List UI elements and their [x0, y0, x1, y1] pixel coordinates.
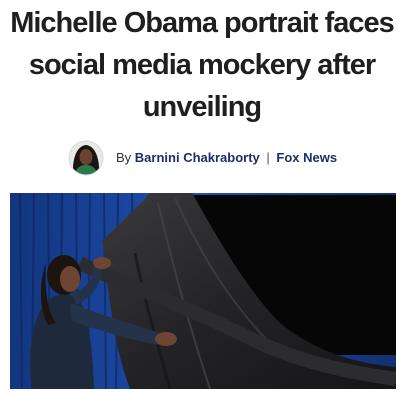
article-headline: Michelle Obama portrait faces social med… — [10, 7, 395, 123]
author-link[interactable]: Barnini Chakraborty — [135, 150, 260, 165]
byline-separator: | — [266, 150, 270, 165]
byline-prefix: By — [116, 150, 132, 165]
author-avatar[interactable] — [68, 140, 104, 176]
byline: By Barnini Chakraborty | Fox News — [0, 140, 404, 178]
outlet-link[interactable]: Fox News — [276, 150, 337, 165]
article-photo — [10, 193, 396, 389]
byline-text: By Barnini Chakraborty | Fox News — [116, 150, 337, 165]
